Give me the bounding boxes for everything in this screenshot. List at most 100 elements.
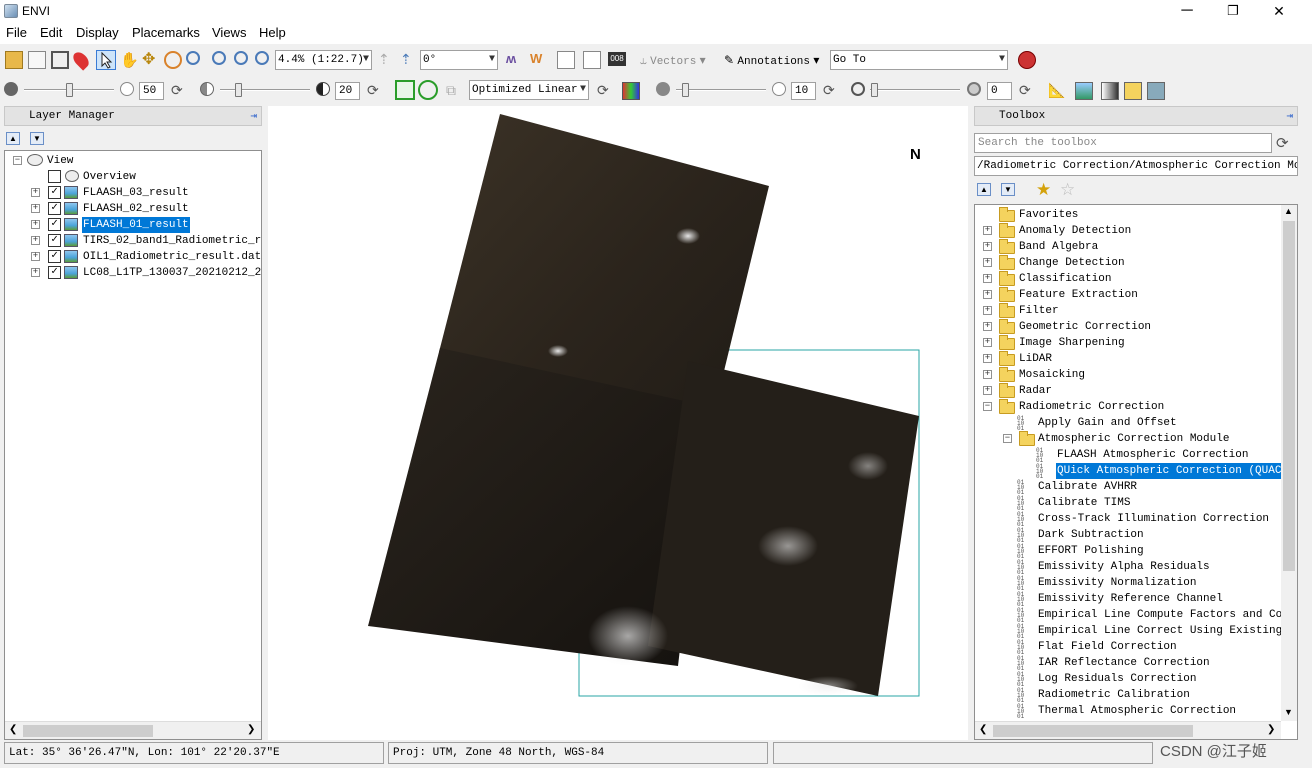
layer-move-up-button[interactable]: ▲ — [6, 132, 20, 145]
menu-file[interactable]: File — [6, 25, 27, 40]
layer-checkbox[interactable]: ✓ — [48, 186, 61, 199]
layers-stack-icon[interactable] — [1124, 82, 1142, 100]
scroll-thumb[interactable] — [993, 725, 1193, 737]
pixel-locator-icon[interactable]: 008 — [608, 52, 626, 66]
layer-checkbox[interactable]: ✓ — [48, 234, 61, 247]
add-favorite-star-icon[interactable]: ★ — [1036, 180, 1051, 200]
brightness-slider-thumb[interactable] — [66, 83, 73, 97]
expand-icon[interactable]: + — [31, 188, 40, 197]
roi-rectangle-icon[interactable] — [395, 80, 415, 100]
expand-icon[interactable]: + — [983, 322, 992, 331]
pin-icon[interactable]: ⇥ — [250, 108, 257, 126]
sharpen-slider-thumb[interactable] — [682, 83, 689, 97]
rotation-combo[interactable]: 0° ▼ — [420, 50, 498, 70]
toolbox-vertical-scrollbar[interactable]: ▲ ▼ — [1281, 205, 1297, 721]
scroll-thumb[interactable] — [23, 725, 153, 737]
remove-favorite-star-icon[interactable]: ☆ — [1060, 180, 1075, 200]
layer-icon[interactable] — [1101, 82, 1119, 100]
rotate-icon[interactable] — [164, 51, 182, 69]
menu-display[interactable]: Display — [76, 25, 119, 40]
expand-icon[interactable]: + — [983, 370, 992, 379]
expand-icon[interactable]: + — [983, 242, 992, 251]
maximize-button[interactable]: ❐ — [1210, 0, 1256, 24]
expand-icon[interactable]: + — [983, 258, 992, 267]
collapse-icon[interactable]: − — [13, 156, 22, 165]
stretch-combo[interactable]: Optimized Linear ▼ — [469, 80, 589, 100]
toolbox-horizontal-scrollbar[interactable]: ❮ ❯ — [975, 721, 1281, 739]
roi-ellipse-icon[interactable] — [418, 80, 438, 100]
toolbox-collapse-button[interactable]: ▲ — [977, 183, 991, 196]
layer-checkbox[interactable]: ✓ — [48, 218, 61, 231]
menu-edit[interactable]: Edit — [40, 25, 62, 40]
scroll-down-arrow[interactable]: ▼ — [1284, 707, 1293, 717]
contrast-slider[interactable] — [220, 89, 310, 91]
contrast-slider-thumb[interactable] — [235, 83, 242, 97]
expand-icon[interactable]: + — [983, 226, 992, 235]
scroll-right-arrow[interactable]: ❯ — [1267, 724, 1275, 735]
expand-icon[interactable]: + — [983, 274, 992, 283]
close-button[interactable]: ✕ — [1256, 0, 1302, 24]
fly-icon[interactable]: ✥ — [142, 51, 160, 69]
contrast-value[interactable]: 20 — [335, 82, 360, 100]
goto-icon[interactable] — [1018, 51, 1036, 69]
expand-icon[interactable]: + — [31, 236, 40, 245]
reset-contrast-icon[interactable]: ⟳ — [367, 82, 385, 100]
color-table-icon[interactable] — [622, 82, 640, 100]
minimize-button[interactable]: ─ — [1164, 0, 1210, 24]
zoom-in-icon[interactable] — [212, 51, 226, 65]
expand-icon[interactable]: + — [31, 204, 40, 213]
rotate-left-icon[interactable]: ⇡ — [378, 51, 396, 69]
refresh-stretch-icon[interactable]: ⟳ — [597, 82, 615, 100]
toolbox-path-field[interactable]: /Radiometric Correction/Atmospheric Corr… — [974, 156, 1298, 176]
image-view[interactable]: N — [268, 106, 968, 740]
reset-transparency-icon[interactable]: ⟳ — [1019, 82, 1037, 100]
layer-checkbox[interactable]: ✓ — [48, 266, 61, 279]
transparency-slider-thumb[interactable] — [871, 83, 878, 97]
layer-checkbox[interactable]: ✓ — [48, 250, 61, 263]
image-view-icon[interactable] — [1075, 82, 1093, 100]
expand-icon[interactable]: + — [983, 290, 992, 299]
collapse-icon[interactable]: − — [983, 402, 992, 411]
grid-view-icon[interactable] — [1147, 82, 1165, 100]
zoom-out-icon[interactable] — [234, 51, 248, 65]
select-tool-button[interactable] — [96, 50, 116, 70]
chip-icon[interactable]: W — [530, 51, 548, 69]
collapse-icon[interactable]: − — [1003, 434, 1012, 443]
brightness-value[interactable]: 50 — [139, 82, 164, 100]
menu-placemarks[interactable]: Placemarks — [132, 25, 200, 40]
transparency-value[interactable]: 0 — [987, 82, 1012, 100]
overview-checkbox[interactable] — [48, 170, 61, 183]
pin-icon[interactable]: ⇥ — [1286, 108, 1293, 126]
zoom-fit-icon[interactable] — [255, 51, 269, 65]
scroll-right-arrow[interactable]: ❯ — [247, 724, 255, 735]
toolbox-expand-button[interactable]: ▼ — [1001, 183, 1015, 196]
menu-views[interactable]: Views — [212, 25, 246, 40]
scroll-up-arrow[interactable]: ▲ — [1284, 206, 1293, 216]
reset-brightness-icon[interactable]: ⟳ — [171, 82, 189, 100]
rotate-right-icon[interactable]: ⇡ — [400, 51, 418, 69]
sharpen-slider[interactable] — [676, 89, 766, 91]
spectral-profile-icon[interactable] — [557, 51, 575, 69]
ruler-icon[interactable]: 📐 — [1048, 82, 1066, 100]
vectors-menu[interactable]: ⥿ Vectors ▾ — [640, 53, 706, 68]
placemark-icon[interactable] — [70, 49, 92, 71]
layer-checkbox[interactable]: ✓ — [48, 202, 61, 215]
pan-hand-icon[interactable]: ✋ — [120, 51, 139, 69]
goto-combo[interactable]: Go To ▼ — [830, 50, 1008, 70]
open-folder-icon[interactable] — [5, 51, 23, 69]
scroll-thumb[interactable] — [1283, 221, 1295, 571]
menu-help[interactable]: Help — [259, 25, 286, 40]
layer-horizontal-scrollbar[interactable]: ❮ ❯ — [5, 721, 261, 739]
expand-icon[interactable]: + — [983, 386, 992, 395]
expand-icon[interactable]: + — [31, 252, 40, 261]
scroll-left-arrow[interactable]: ❮ — [9, 724, 17, 735]
expand-icon[interactable]: + — [983, 338, 992, 347]
expand-icon[interactable]: + — [31, 268, 40, 277]
transparency-slider[interactable] — [870, 89, 960, 91]
expand-icon[interactable]: + — [983, 306, 992, 315]
zoom-icon[interactable] — [186, 51, 200, 65]
reset-sharpen-icon[interactable]: ⟳ — [823, 82, 841, 100]
portal-icon[interactable]: ʍ — [506, 51, 524, 69]
link-icon[interactable]: ⧉ — [446, 82, 464, 100]
crosshair-icon[interactable] — [583, 51, 601, 69]
